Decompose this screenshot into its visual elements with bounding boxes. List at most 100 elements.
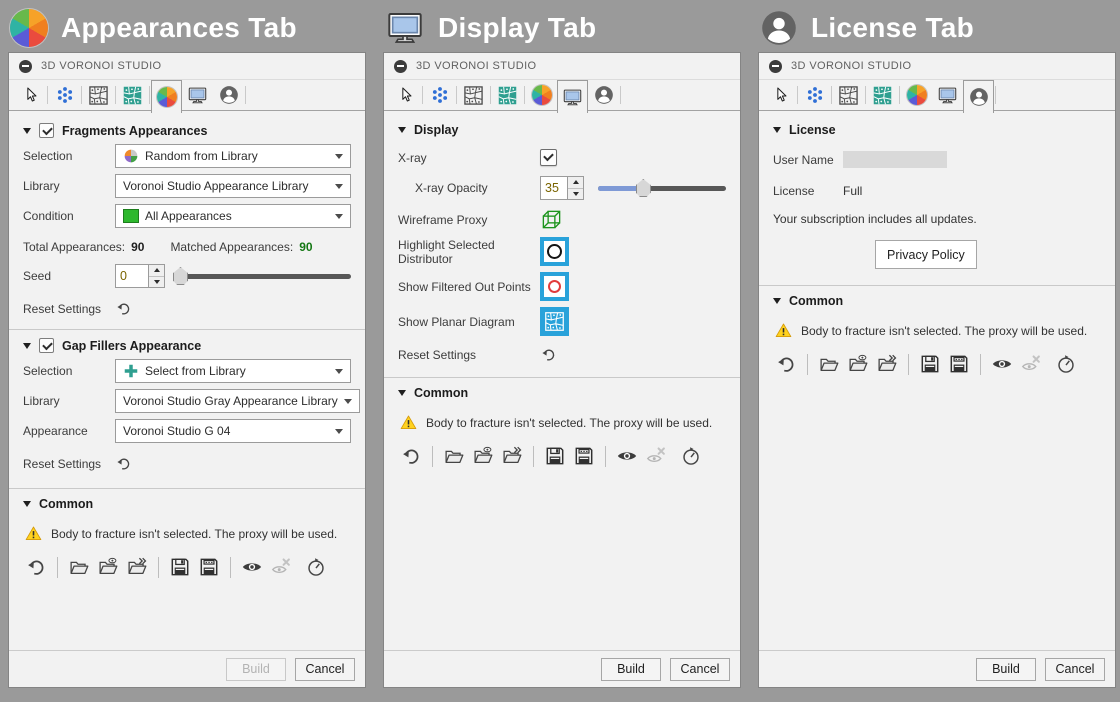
spin-up-button[interactable] <box>568 177 583 188</box>
open-folder-icon[interactable] <box>443 445 465 467</box>
collapse-panel-icon[interactable] <box>394 59 407 73</box>
xray-opacity-slider[interactable] <box>598 179 726 197</box>
slider-track[interactable] <box>173 274 351 279</box>
build-button[interactable]: Build <box>976 657 1036 681</box>
save-icon[interactable] <box>544 445 566 467</box>
spin-down-button[interactable] <box>568 187 583 199</box>
undo-icon[interactable] <box>25 556 47 578</box>
toolbar-tab-voronoi-solid[interactable] <box>117 81 148 109</box>
eye-icon[interactable] <box>616 445 638 467</box>
selection-dropdown[interactable]: Random from Library <box>115 144 351 168</box>
timer-icon[interactable] <box>680 445 702 467</box>
chevron-down-icon[interactable] <box>773 127 781 133</box>
open-folder-preview-icon[interactable] <box>847 353 869 375</box>
cancel-button[interactable]: Cancel <box>670 657 730 681</box>
privacy-policy-button[interactable]: Privacy Policy <box>875 240 977 269</box>
toolbar-tab-license[interactable] <box>963 80 994 113</box>
open-folder-preview-icon[interactable] <box>472 445 494 467</box>
undo-icon[interactable] <box>115 455 132 472</box>
timer-icon[interactable] <box>1055 353 1077 375</box>
cancel-button[interactable]: Cancel <box>295 657 355 681</box>
seed-spinner[interactable]: 0 <box>115 264 165 288</box>
open-folder-import-icon[interactable] <box>126 556 148 578</box>
collapse-panel-icon[interactable] <box>19 59 32 73</box>
chevron-down-icon[interactable] <box>773 298 781 304</box>
save-icon[interactable] <box>169 556 191 578</box>
display-tab-header: Display Tab <box>385 8 741 48</box>
toolbar-tab-points[interactable] <box>424 81 455 109</box>
toolbar-tab-display[interactable] <box>557 80 588 113</box>
toolbar-tab-voronoi-outline[interactable] <box>833 81 864 109</box>
eye-icon[interactable] <box>991 353 1013 375</box>
xray-checkbox[interactable] <box>540 149 557 166</box>
open-folder-import-icon[interactable] <box>501 445 523 467</box>
gap-fillers-checkbox[interactable] <box>39 338 54 353</box>
toolbar-tab-license[interactable] <box>213 81 244 109</box>
selection-label: Selection <box>23 149 73 163</box>
toolbar-tab-voronoi-solid[interactable] <box>492 81 523 109</box>
toolbar-tab-appearances[interactable] <box>151 80 182 113</box>
timer-icon[interactable] <box>305 556 327 578</box>
filtered-points-label: Show Filtered Out Points <box>398 279 531 294</box>
cancel-button[interactable]: Cancel <box>1045 657 1105 681</box>
open-folder-icon[interactable] <box>68 556 90 578</box>
toolbar-tab-voronoi-outline[interactable] <box>458 81 489 109</box>
toolbar-tab-display[interactable] <box>932 81 963 109</box>
open-folder-preview-icon[interactable] <box>97 556 119 578</box>
slider-handle[interactable] <box>635 179 651 197</box>
open-folder-import-icon[interactable] <box>876 353 898 375</box>
gap-appearance-dropdown[interactable]: Voronoi Studio G 04 <box>115 419 351 443</box>
library-dropdown[interactable]: Voronoi Studio Appearance Library <box>115 174 351 198</box>
toolbar-tab-license[interactable] <box>588 81 619 109</box>
chevron-down-icon[interactable] <box>398 390 406 396</box>
undo-icon[interactable] <box>115 300 132 317</box>
toolbar-tab-cursor[interactable] <box>765 81 796 109</box>
save-icon[interactable] <box>919 353 941 375</box>
section-divider <box>9 329 365 330</box>
gap-selection-dropdown[interactable]: Select from Library <box>115 359 351 383</box>
condition-dropdown[interactable]: All Appearances <box>115 204 351 228</box>
undo-icon[interactable] <box>400 445 422 467</box>
license-tab-header: License Tab <box>760 8 1116 48</box>
wireframe-cube-icon[interactable] <box>540 208 563 231</box>
panel-content: Fragments Appearances Selection Random f… <box>9 111 365 650</box>
eye-icon[interactable] <box>241 556 263 578</box>
chevron-down-icon[interactable] <box>398 127 406 133</box>
toolbar-tab-appearances[interactable] <box>526 81 557 109</box>
toolbar-tab-display[interactable] <box>182 81 213 109</box>
toolbar-tab-points[interactable] <box>799 81 830 109</box>
undo-icon[interactable] <box>540 346 557 363</box>
highlight-distributor-toggle[interactable] <box>540 237 569 266</box>
toolbar-tab-appearances[interactable] <box>901 81 932 109</box>
save-backup-icon[interactable] <box>948 353 970 375</box>
toolbar-separator <box>245 86 246 104</box>
filtered-points-toggle[interactable] <box>540 272 569 301</box>
chevron-down-icon[interactable] <box>23 127 31 134</box>
seed-slider[interactable] <box>173 267 351 285</box>
build-button[interactable]: Build <box>601 657 661 681</box>
toolbar-tab-voronoi-solid[interactable] <box>867 81 898 109</box>
chevron-down-icon[interactable] <box>23 501 31 507</box>
toolbar-tab-cursor[interactable] <box>390 81 421 109</box>
seed-value[interactable]: 0 <box>116 265 148 287</box>
collapse-panel-icon[interactable] <box>769 59 782 73</box>
save-backup-icon[interactable] <box>573 445 595 467</box>
gap-library-dropdown[interactable]: Voronoi Studio Gray Appearance Library <box>115 389 360 413</box>
undo-icon[interactable] <box>775 353 797 375</box>
spin-down-button[interactable] <box>149 275 164 287</box>
xray-opacity-value[interactable]: 35 <box>541 177 567 199</box>
slider-handle[interactable] <box>173 267 188 285</box>
chevron-down-icon[interactable] <box>23 342 31 349</box>
spin-up-button[interactable] <box>149 265 164 276</box>
toolbar-tab-cursor[interactable] <box>15 81 46 109</box>
warning-icon <box>775 322 792 339</box>
panel-titlebar: 3D VORONOI STUDIO <box>9 53 365 80</box>
xray-opacity-spinner[interactable]: 35 <box>540 176 584 200</box>
voronoi-outline-icon <box>463 85 484 106</box>
toolbar-tab-voronoi-outline[interactable] <box>83 81 114 109</box>
save-backup-icon[interactable] <box>198 556 220 578</box>
open-folder-icon[interactable] <box>818 353 840 375</box>
fragments-appearances-checkbox[interactable] <box>39 123 54 138</box>
planar-diagram-toggle[interactable] <box>540 307 569 336</box>
toolbar-tab-points[interactable] <box>49 81 80 109</box>
